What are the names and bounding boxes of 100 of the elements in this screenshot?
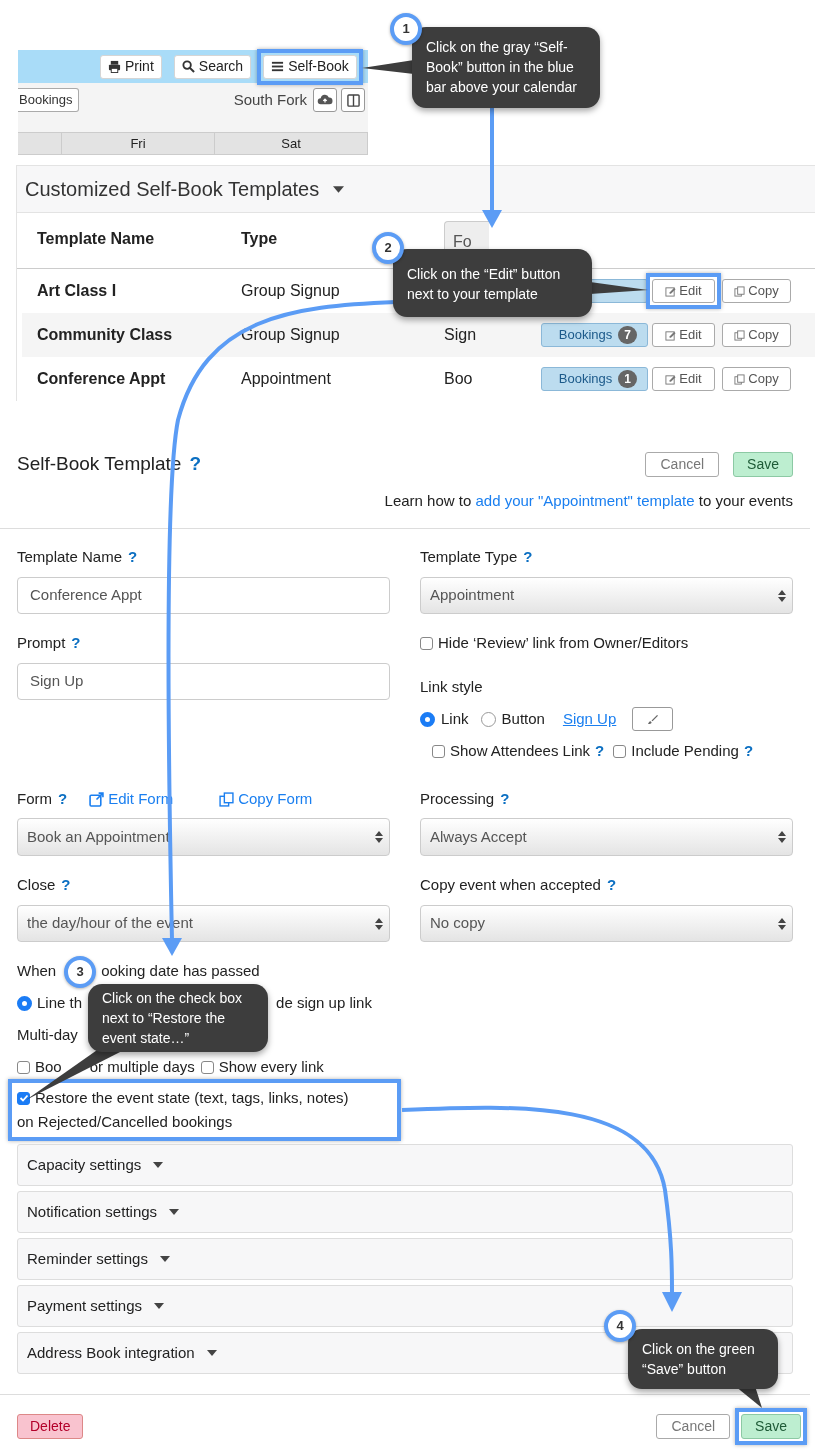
help-mark[interactable]: ? <box>58 787 68 811</box>
layout-button[interactable] <box>341 88 365 112</box>
checkbox-label: on Rejected/Cancelled bookings <box>17 1113 233 1130</box>
radio-label: Button <box>501 708 545 729</box>
field-label: Link style <box>420 676 484 697</box>
accordion-title: Reminder settings <box>27 1248 148 1269</box>
table-cell: Boo <box>444 370 473 387</box>
link[interactable]: Sign Up <box>562 707 617 731</box>
caret-icon <box>169 1209 180 1215</box>
save-button[interactable]: Save <box>733 452 793 477</box>
field-label: ooking date has passed <box>101 960 260 981</box>
copy-icon <box>219 791 235 807</box>
copy-button[interactable]: Copy <box>722 367 791 391</box>
callout-pointer <box>362 60 414 74</box>
help-mark[interactable]: ? <box>523 545 533 569</box>
calendar-name: South Fork <box>233 89 307 110</box>
edit-button[interactable]: Edit <box>652 367 715 391</box>
checkbox-label: Show Attendees Link <box>450 740 591 761</box>
select-field[interactable]: Appointment <box>420 577 793 614</box>
caret-icon <box>153 1162 164 1168</box>
checkbox[interactable] <box>17 1091 30 1105</box>
help-mark[interactable]: ? <box>128 545 138 569</box>
checkbox-label: Restore the event state (text, tags, links, notes) <box>35 1088 349 1108</box>
checkbox[interactable] <box>200 1060 214 1074</box>
printer-icon <box>108 60 121 73</box>
copy-icon <box>734 285 746 297</box>
field-label: Prompt <box>17 632 66 653</box>
count-badge: 1 <box>618 370 637 388</box>
edit-icon <box>665 285 677 297</box>
table-cell: Sign <box>444 326 477 343</box>
table-cell: Group Signup <box>241 282 340 299</box>
bookings-button[interactable]: Bookings <box>18 88 80 112</box>
accordion-header[interactable]: Notification settings <box>17 1191 793 1233</box>
callout-tooltip: Click on the “Edit” button next to your template <box>393 249 592 317</box>
checkbox[interactable] <box>432 744 445 758</box>
copy-button[interactable]: Copy <box>722 279 791 303</box>
delete-button[interactable]: Delete <box>17 1414 84 1439</box>
help-mark[interactable]: ? <box>71 631 81 655</box>
cloud-upload-icon <box>317 94 333 106</box>
updown-arrows-icon <box>778 916 786 931</box>
step-number: 2 <box>372 232 404 264</box>
toolbar-button[interactable]: Search <box>173 54 252 79</box>
table-cell: Community Class <box>37 326 173 343</box>
link[interactable]: add your "Appointment" template <box>475 492 695 509</box>
field-label: Form <box>17 788 52 809</box>
panel-title: Customized Self-Book Templates <box>25 177 320 202</box>
accordion-header[interactable]: Capacity settings <box>17 1144 793 1186</box>
accordion-header[interactable]: Reminder settings <box>17 1238 793 1280</box>
search-icon <box>181 60 195 73</box>
step-number: 3 <box>64 956 96 988</box>
caret-icon <box>206 1350 217 1356</box>
edit-icon <box>665 329 677 341</box>
bookings-button[interactable]: Bookings 1 <box>541 367 648 391</box>
caret-icon <box>154 1303 165 1309</box>
help-mark[interactable]: ? <box>61 873 71 897</box>
save-button[interactable]: Save <box>741 1414 801 1439</box>
table-cell: Conference Appt <box>37 370 166 387</box>
updown-arrows-icon <box>375 916 383 931</box>
cancel-button[interactable]: Cancel <box>645 452 720 477</box>
checkbox[interactable] <box>420 636 433 650</box>
edit-button[interactable]: Edit <box>652 323 715 347</box>
count-badge: 7 <box>618 326 637 344</box>
checkbox-label: Show every link <box>218 1056 324 1077</box>
edit-button[interactable]: Edit <box>652 279 715 303</box>
help-mark[interactable]: ? <box>743 739 754 763</box>
updown-arrows-icon <box>778 830 786 844</box>
caret-icon <box>333 185 345 193</box>
cancel-button[interactable]: Cancel <box>656 1414 731 1439</box>
upload-button[interactable] <box>313 88 337 112</box>
field-label: Copy event when accepted <box>420 874 601 895</box>
field-label: When <box>17 960 57 981</box>
copy-form-link[interactable]: Copy Form <box>219 787 313 811</box>
copy-button[interactable]: Copy <box>722 323 791 347</box>
select-field[interactable]: No copy <box>420 905 793 942</box>
checkbox[interactable] <box>613 744 627 758</box>
list-icon <box>271 60 285 73</box>
bookings-button[interactable]: Bookings 7 <box>541 323 648 347</box>
updown-arrows-icon <box>375 830 383 844</box>
radio-button[interactable] <box>480 711 496 727</box>
help-mark[interactable]: ? <box>606 873 617 897</box>
accordion-title: Payment settings <box>27 1295 143 1316</box>
accordion-title: Notification settings <box>27 1201 158 1222</box>
toolbar-button[interactable]: Self-Book <box>263 54 357 79</box>
day-header: Fri <box>62 133 215 154</box>
field-label: Template Type <box>420 546 518 567</box>
callout-tooltip: Click on the green “Save” button <box>628 1329 778 1389</box>
radio-button[interactable] <box>420 711 435 727</box>
checkbox[interactable] <box>17 1060 30 1074</box>
input-field[interactable]: Conference Appt <box>17 577 390 614</box>
select-field[interactable]: Always Accept <box>420 818 793 856</box>
toolbar-button[interactable]: Print <box>100 54 162 79</box>
table-cell: Appointment <box>241 370 331 387</box>
help-mark[interactable]: ? <box>595 739 605 763</box>
caret-icon <box>159 1256 170 1262</box>
style-button[interactable] <box>632 707 674 731</box>
radio-button[interactable] <box>17 995 32 1011</box>
input-field[interactable]: Sign Up <box>17 663 390 700</box>
help-mark[interactable]: ? <box>189 450 201 479</box>
field-label: Processing <box>420 788 495 809</box>
help-mark[interactable]: ? <box>500 787 510 811</box>
